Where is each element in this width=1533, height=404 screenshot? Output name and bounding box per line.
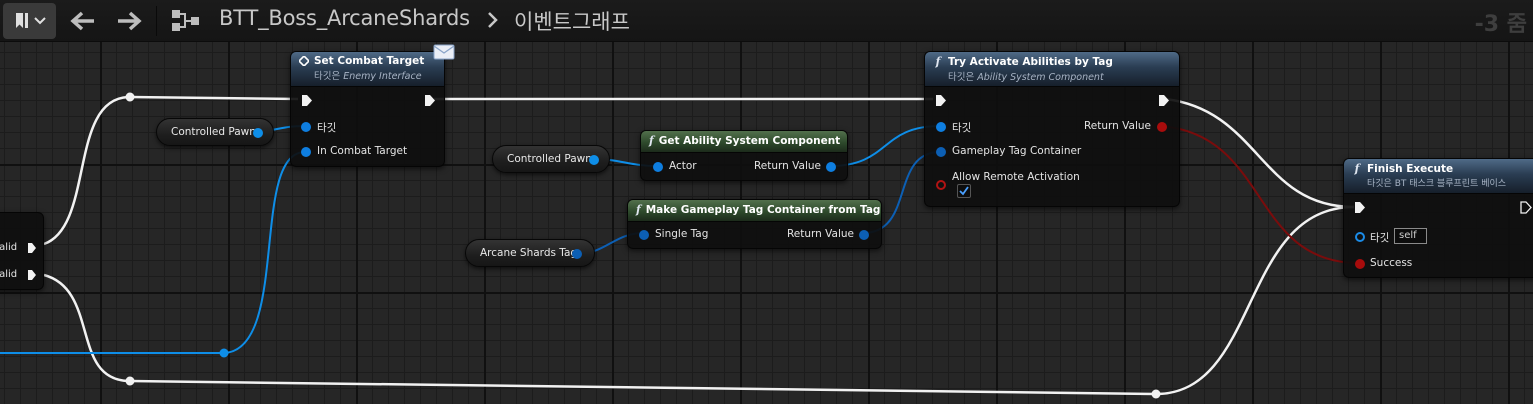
success-input-pin[interactable] xyxy=(1355,259,1365,269)
exec-out-pin-icon[interactable] xyxy=(27,269,37,281)
target-input-pin[interactable] xyxy=(1355,232,1365,242)
node-title: Set Combat Target xyxy=(314,55,425,67)
envelope-icon xyxy=(433,44,455,60)
node-header: f Get Ability System Component xyxy=(641,131,847,153)
is-valid-pin-label: Valid xyxy=(0,242,18,253)
breadcrumb-chevron-icon xyxy=(488,12,498,28)
node-subtitle-prefix: 타깃은 xyxy=(948,72,975,83)
return-value-pin[interactable] xyxy=(826,162,836,172)
target-pin-label: 타깃 xyxy=(1370,232,1390,244)
output-pin[interactable] xyxy=(253,128,263,138)
exec-out-pin-icon[interactable] xyxy=(1520,201,1532,214)
exec-in-pin-icon[interactable] xyxy=(301,94,313,107)
function-icon: f xyxy=(649,134,654,147)
variable-name: Arcane Shards Tag xyxy=(480,247,578,259)
node-title: Finish Execute xyxy=(1367,162,1454,175)
variable-name: Controlled Pawn xyxy=(171,126,256,138)
actor-pin-label: Actor xyxy=(669,160,697,172)
bookmark-icon xyxy=(15,13,28,28)
node-subtitle-target: Ability System Component xyxy=(977,72,1104,83)
chevron-down-icon xyxy=(33,17,46,25)
toolbar-divider xyxy=(156,6,157,36)
return-value-label: Return Value xyxy=(1083,120,1151,132)
target-self-field[interactable]: self xyxy=(1394,228,1427,244)
forward-button[interactable] xyxy=(112,5,146,37)
target-input-pin[interactable] xyxy=(301,122,311,132)
allow-remote-activation-label: Allow Remote Activation xyxy=(952,171,1080,183)
bookmark-button[interactable] xyxy=(3,3,56,39)
checkmark-icon xyxy=(959,186,969,196)
gameplay-tag-container-label: Gameplay Tag Container xyxy=(952,145,1082,157)
breadcrumb-blueprint[interactable]: BTT_Boss_ArcaneShards xyxy=(219,6,470,30)
return-value-label: Return Value xyxy=(786,228,854,240)
node-title: Try Activate Abilities by Tag xyxy=(948,55,1113,68)
single-tag-input-pin[interactable] xyxy=(639,230,649,240)
allow-remote-activation-pin[interactable] xyxy=(936,180,946,190)
node-title: Get Ability System Component xyxy=(658,134,841,147)
return-value-pin[interactable] xyxy=(1157,122,1167,132)
output-pin[interactable] xyxy=(589,155,599,165)
node-subtitle: 타깃은 BT 태스크 블루프린트 베이스 xyxy=(1367,179,1507,189)
gameplay-tag-container-pin[interactable] xyxy=(936,147,946,157)
function-icon: f xyxy=(1354,162,1360,175)
node-subtitle-prefix: 타깃은 xyxy=(314,71,341,82)
controlled-pawn-getter[interactable]: Controlled Pawn xyxy=(156,118,274,146)
try-activate-abilities-node[interactable]: f Try Activate Abilities by Tag 타깃은 Abil… xyxy=(924,51,1180,207)
success-pin-label: Success xyxy=(1370,257,1413,269)
make-gameplay-tag-container-node[interactable]: f Make Gameplay Tag Container from Tag S… xyxy=(627,199,882,249)
exec-out-pin-icon[interactable] xyxy=(424,94,436,107)
allow-remote-activation-checkbox[interactable] xyxy=(957,184,971,198)
exec-in-pin-icon[interactable] xyxy=(1354,201,1366,214)
node-subtitle-target: Enemy Interface xyxy=(343,71,422,82)
return-value-label: Return Value xyxy=(753,160,821,172)
output-pin[interactable] xyxy=(572,249,582,259)
actor-input-pin[interactable] xyxy=(653,162,663,172)
node-header: f Finish Execute 타깃은 BT 태스크 블루프린트 베이스 xyxy=(1344,159,1533,194)
finish-execute-node[interactable]: f Finish Execute 타깃은 BT 태스크 블루프린트 베이스 타깃… xyxy=(1343,158,1533,278)
arcane-shards-tag-getter[interactable]: Arcane Shards Tag xyxy=(465,239,595,267)
single-tag-label: Single Tag xyxy=(655,228,709,240)
not-valid-pin-label: Valid xyxy=(0,269,18,280)
back-arrow-icon xyxy=(70,11,94,31)
interface-message-icon xyxy=(299,56,309,66)
back-button[interactable] xyxy=(66,5,100,37)
variable-name: Controlled Pawn xyxy=(507,153,592,165)
return-value-pin[interactable] xyxy=(859,230,869,240)
exec-out-pin-icon[interactable] xyxy=(27,242,37,254)
function-icon: f xyxy=(636,203,641,216)
node-header: f Make Gameplay Tag Container from Tag xyxy=(628,200,881,222)
is-valid-node[interactable]: Valid Valid xyxy=(0,212,44,290)
graph-toolbar: BTT_Boss_ArcaneShards 이벤트그래프 -3 줌 xyxy=(0,0,1533,42)
blueprint-graph-icon xyxy=(170,8,202,34)
set-combat-target-node[interactable]: Set Combat Target 타깃은 Enemy Interface 타깃… xyxy=(290,44,455,167)
exec-in-pin-icon[interactable] xyxy=(935,94,947,107)
function-icon: f xyxy=(935,55,941,68)
node-title: Make Gameplay Tag Container from Tag xyxy=(645,203,881,216)
target-pin-label: 타깃 xyxy=(317,122,337,134)
node-header: f Try Activate Abilities by Tag 타깃은 Abil… xyxy=(925,52,1179,87)
in-combat-target-pin[interactable] xyxy=(301,147,311,157)
exec-out-pin-icon[interactable] xyxy=(1158,94,1170,107)
target-pin-label: 타깃 xyxy=(952,122,972,134)
node-header: Set Combat Target 타깃은 Enemy Interface xyxy=(291,52,444,87)
target-input-pin[interactable] xyxy=(936,122,946,132)
zoom-level: -3 줌 xyxy=(1474,12,1527,37)
forward-arrow-icon xyxy=(118,11,142,31)
get-ability-system-component-node[interactable]: f Get Ability System Component Actor Ret… xyxy=(640,130,848,181)
controlled-pawn-getter[interactable]: Controlled Pawn xyxy=(492,145,610,173)
in-combat-target-label: In Combat Target xyxy=(317,145,408,157)
breadcrumb-graph[interactable]: 이벤트그래프 xyxy=(514,6,630,36)
